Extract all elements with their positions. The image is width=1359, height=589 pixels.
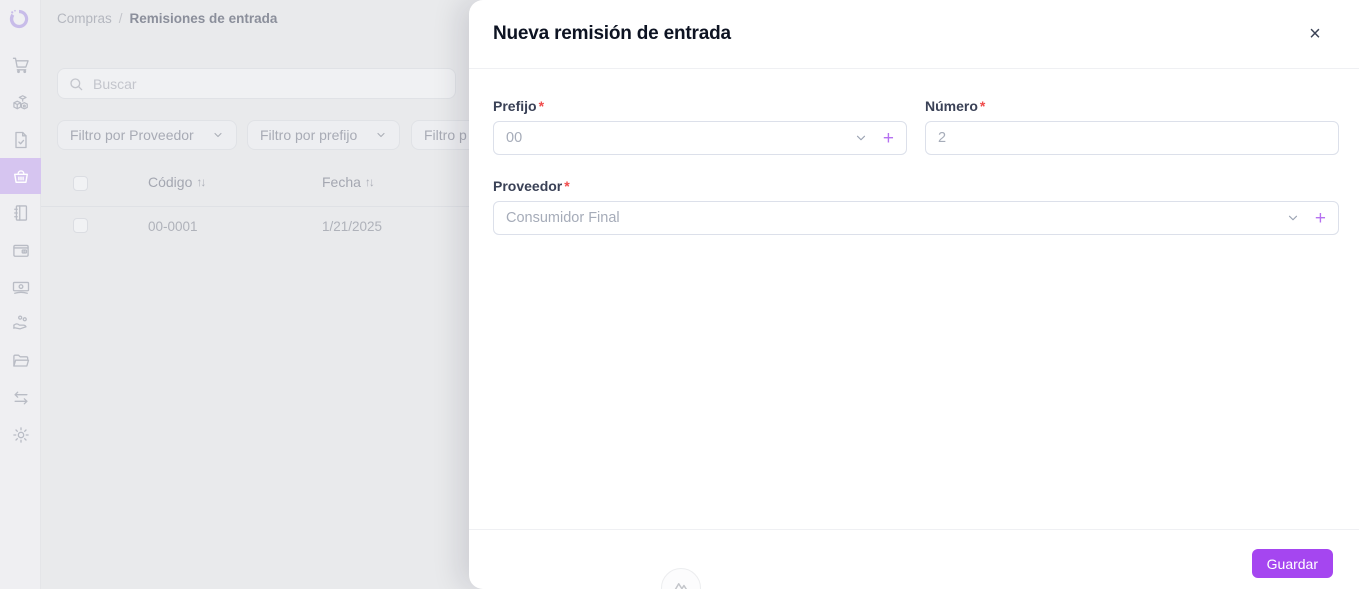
breadcrumb-parent[interactable]: Compras	[57, 11, 112, 26]
sidebar-item-cart[interactable]	[0, 55, 41, 75]
brand-logo-icon[interactable]	[8, 8, 30, 30]
close-icon[interactable]: ×	[1301, 20, 1329, 48]
cell-codigo: 00-0001	[148, 219, 198, 234]
prefijo-value: 00	[506, 130, 844, 146]
chevron-down-icon[interactable]	[1286, 211, 1300, 225]
sidebar	[0, 0, 41, 589]
breadcrumb: Compras / Remisiones de entrada	[57, 11, 277, 26]
boxes-icon	[11, 92, 31, 112]
sidebar-item-payments[interactable]	[0, 313, 41, 333]
drawer-header: Nueva remisión de entrada ×	[469, 0, 1359, 69]
sidebar-item-cash[interactable]	[0, 277, 41, 297]
sidebar-item-settings[interactable]	[0, 425, 41, 445]
search-input[interactable]	[93, 76, 445, 92]
search-icon	[68, 76, 84, 92]
sort-icon[interactable]: ↑↓	[196, 175, 204, 189]
sidebar-item-products[interactable]	[0, 92, 41, 112]
numero-label-text: Número	[925, 98, 978, 114]
select-all-checkbox[interactable]	[73, 176, 88, 191]
filter-proveedor[interactable]: Filtro por Proveedor	[57, 120, 237, 150]
column-fecha-label: Fecha	[322, 174, 361, 190]
gear-icon	[11, 425, 31, 445]
sort-icon[interactable]: ↑↓	[365, 175, 373, 189]
banknote-icon	[11, 277, 31, 297]
wallet-icon	[11, 240, 31, 260]
file-check-icon	[11, 130, 31, 150]
prefijo-label: Prefijo*	[493, 98, 544, 114]
chevron-down-icon[interactable]	[854, 131, 868, 145]
breadcrumb-separator: /	[119, 11, 123, 26]
sidebar-item-ledger[interactable]	[0, 203, 41, 223]
filter-prefijo-label: Filtro por prefijo	[260, 127, 357, 143]
proveedor-value: Consumidor Final	[506, 210, 1276, 226]
filter-proveedor-label: Filtro por Proveedor	[70, 127, 194, 143]
proveedor-label: Proveedor*	[493, 178, 570, 194]
sidebar-item-documents[interactable]	[0, 130, 41, 150]
transfer-arrows-icon	[11, 388, 31, 408]
cart-icon	[11, 55, 31, 75]
breadcrumb-current: Remisiones de entrada	[130, 11, 278, 26]
sidebar-item-transfers[interactable]	[0, 388, 41, 408]
filter-prefijo[interactable]: Filtro por prefijo	[247, 120, 400, 150]
column-header-fecha[interactable]: Fecha ↑↓	[322, 174, 373, 190]
folder-icon	[11, 351, 31, 371]
chevron-down-icon	[212, 129, 224, 141]
column-codigo-label: Código	[148, 174, 192, 190]
basket-icon	[11, 166, 31, 186]
proveedor-label-text: Proveedor	[493, 178, 562, 194]
sidebar-item-wallet[interactable]	[0, 240, 41, 260]
column-header-codigo[interactable]: Código ↑↓	[148, 174, 204, 190]
mountain-icon	[670, 575, 692, 589]
add-prefijo-button[interactable]: +	[883, 129, 894, 148]
sidebar-item-files[interactable]	[0, 351, 41, 371]
drawer-title: Nueva remisión de entrada	[493, 23, 731, 45]
notebook-icon	[11, 203, 31, 223]
prefijo-select[interactable]: 00 +	[493, 121, 907, 155]
chevron-down-icon	[375, 129, 387, 141]
prefijo-label-text: Prefijo	[493, 98, 537, 114]
cell-fecha: 1/21/2025	[322, 219, 382, 234]
proveedor-select[interactable]: Consumidor Final +	[493, 201, 1339, 235]
row-checkbox[interactable]	[73, 218, 88, 233]
add-proveedor-button[interactable]: +	[1315, 209, 1326, 228]
hand-coins-icon	[11, 313, 31, 333]
numero-input[interactable]	[938, 130, 1326, 146]
numero-label: Número*	[925, 98, 985, 114]
save-button[interactable]: Guardar	[1252, 549, 1333, 578]
filter-third-label: Filtro p	[424, 127, 467, 143]
search-box[interactable]	[57, 68, 456, 99]
numero-field[interactable]	[925, 121, 1339, 155]
required-asterisk: *	[980, 98, 985, 114]
drawer-footer: Guardar	[469, 529, 1359, 589]
required-asterisk: *	[539, 98, 544, 114]
required-asterisk: *	[564, 178, 569, 194]
new-remission-drawer: Nueva remisión de entrada × Prefijo* 00 …	[469, 0, 1359, 589]
sidebar-item-remisiones[interactable]	[0, 166, 41, 186]
